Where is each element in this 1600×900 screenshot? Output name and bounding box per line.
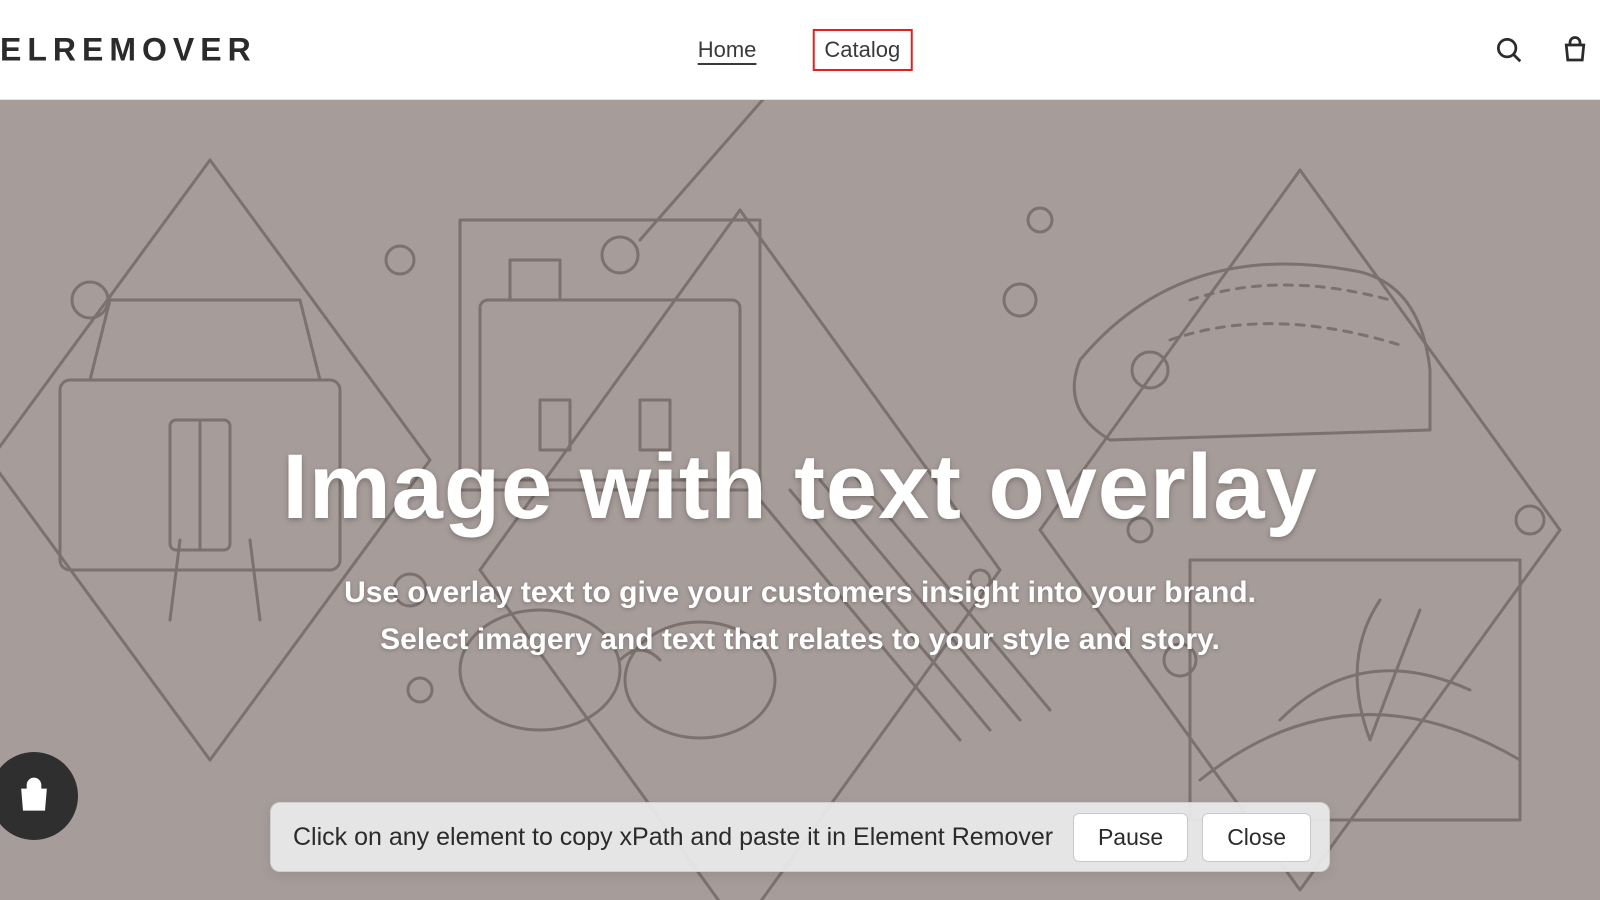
nav-catalog[interactable]: Catalog [812,29,912,71]
hero-banner: Image with text overlay Use overlay text… [0,100,1600,900]
header-actions [1494,35,1590,65]
hero-title: Image with text overlay [282,435,1317,540]
search-icon[interactable] [1494,35,1524,65]
toolbar-buttons: Pause Close [1073,813,1311,862]
close-button[interactable]: Close [1202,813,1311,862]
primary-nav: Home Catalog [688,29,913,71]
element-remover-toolbar: Click on any element to copy xPath and p… [270,802,1330,872]
site-logo: ELREMOVER [0,31,257,68]
cart-icon[interactable] [1560,35,1590,65]
pause-button[interactable]: Pause [1073,813,1188,862]
toolbar-message: Click on any element to copy xPath and p… [293,823,1053,852]
site-header: ELREMOVER Home Catalog [0,0,1600,100]
hero-subtitle: Use overlay text to give your customers … [300,570,1300,663]
nav-home[interactable]: Home [688,31,767,69]
bag-icon [12,774,56,818]
hero-overlay: Image with text overlay Use overlay text… [0,100,1600,900]
